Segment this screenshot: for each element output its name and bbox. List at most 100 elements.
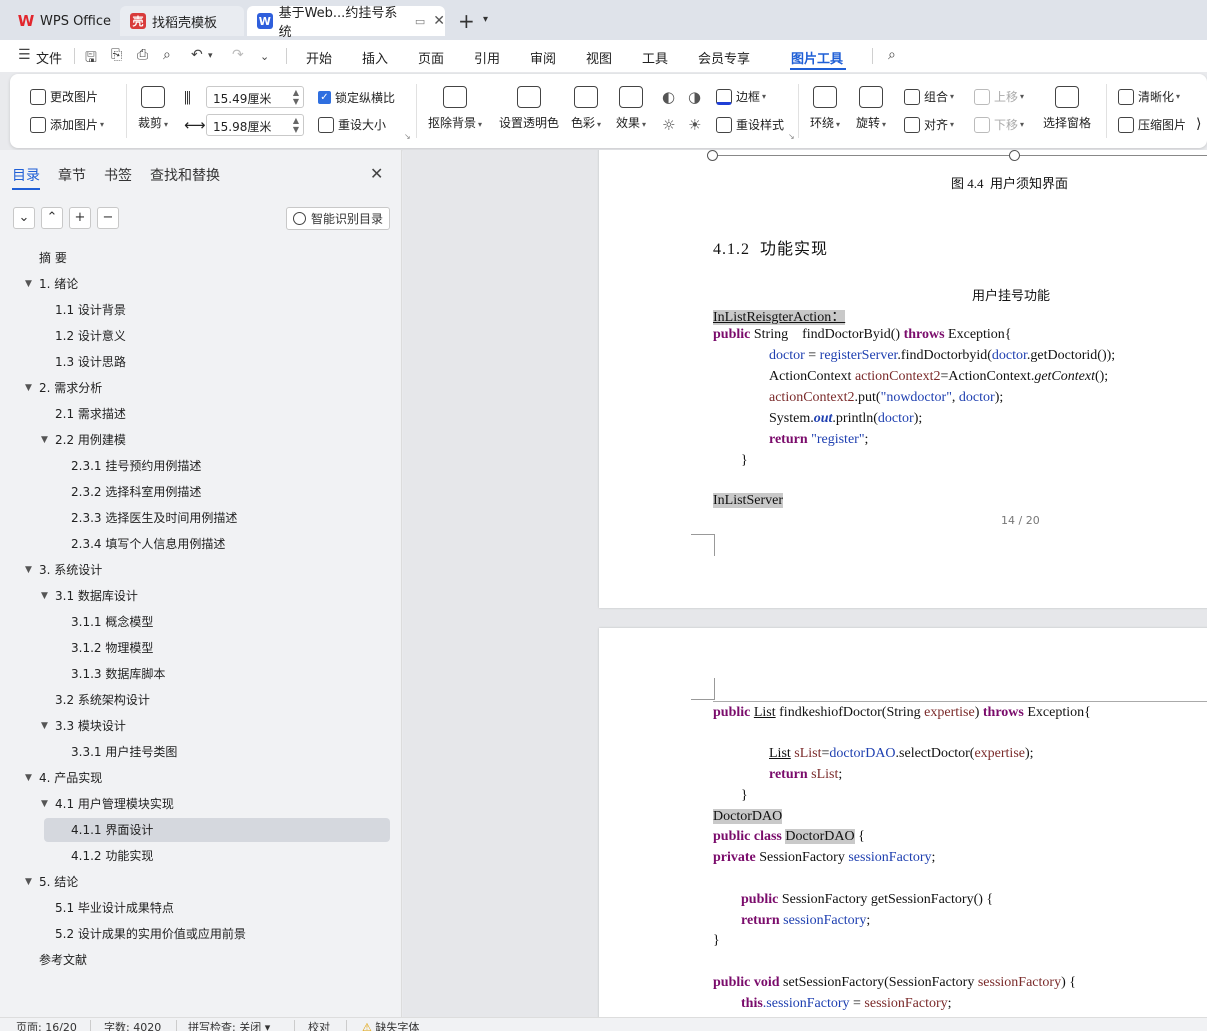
stepper-icon[interactable]: ▲ ▼: [293, 116, 299, 134]
toc-item[interactable]: ▼ 3.3 模块设计: [0, 714, 400, 738]
share-icon[interactable]: ⎘: [111, 47, 122, 63]
toc-item[interactable]: ▼ 4.1 用户管理模块实现: [0, 792, 400, 816]
reset-size-button[interactable]: 重设大小: [318, 116, 386, 133]
rotate-button[interactable]: 旋转 ▾: [856, 86, 886, 131]
selection-pane-button[interactable]: 选择窗格: [1043, 86, 1091, 131]
print-preview-icon[interactable]: ⌕: [163, 47, 171, 63]
toc-item[interactable]: 3.1.3 数据库脚本: [0, 662, 400, 686]
toc-item[interactable]: ▼ 3.1 数据库设计: [0, 584, 400, 608]
move-up-button[interactable]: 上移 ▾: [974, 88, 1024, 105]
more-chevron-icon[interactable]: ⌄: [260, 50, 269, 63]
set-transparent-button[interactable]: 设置透明色: [499, 86, 559, 131]
border-button[interactable]: 边框 ▾: [716, 88, 766, 105]
expand-triangle-icon[interactable]: ▼: [25, 376, 32, 400]
toc-item[interactable]: 2.3.1 挂号预约用例描述: [0, 454, 400, 478]
toc-item[interactable]: ▼ 2. 需求分析: [0, 376, 400, 400]
missing-font-button[interactable]: ⚠ 缺失字体: [362, 1019, 419, 1031]
menu-start[interactable]: 开始: [306, 48, 332, 67]
resize-handle[interactable]: [1009, 150, 1020, 161]
toc-item[interactable]: ▼ 5. 结论: [0, 870, 400, 894]
toc-item[interactable]: 3.3.1 用户挂号类图: [0, 740, 400, 764]
add-heading-icon[interactable]: +: [69, 207, 91, 229]
remove-heading-icon[interactable]: −: [97, 207, 119, 229]
spell-check-toggle[interactable]: 拼写检查: 关闭 ▾: [188, 1019, 270, 1031]
expand-triangle-icon[interactable]: ▼: [41, 714, 48, 738]
collapse-up-icon[interactable]: ⌃: [41, 207, 63, 229]
expand-triangle-icon[interactable]: ▼: [41, 428, 48, 452]
more-ribbon-icon[interactable]: ⟩: [1196, 116, 1201, 132]
color-button[interactable]: 色彩 ▾: [571, 86, 601, 131]
effect-button[interactable]: 效果 ▾: [616, 86, 646, 131]
menu-tools[interactable]: 工具: [642, 48, 668, 67]
expand-corner-icon[interactable]: ↘: [788, 132, 795, 141]
expand-triangle-icon[interactable]: ▼: [41, 584, 48, 608]
contrast-up-icon[interactable]: ◑: [688, 88, 701, 106]
toc-item[interactable]: ▼ 4. 产品实现: [0, 766, 400, 790]
toc-item[interactable]: 2.1 需求描述: [0, 402, 400, 426]
toc-item[interactable]: 3.1.1 概念模型: [0, 610, 400, 634]
sharpen-button[interactable]: 清晰化 ▾: [1118, 88, 1180, 105]
menu-member[interactable]: 会员专享: [698, 48, 750, 67]
proofread-button[interactable]: 校对: [308, 1019, 330, 1031]
lock-ratio-checkbox[interactable]: ✓ 锁定纵横比: [318, 89, 395, 106]
menu-view[interactable]: 视图: [586, 48, 612, 67]
new-tab-icon[interactable]: +: [458, 9, 475, 33]
word-count[interactable]: 字数: 4020: [104, 1019, 161, 1031]
toc-item[interactable]: 4.1.1 界面设计: [0, 818, 400, 842]
undo-icon[interactable]: ↶: [191, 47, 203, 63]
window-icon[interactable]: ▭: [415, 15, 425, 28]
expand-triangle-icon[interactable]: ▼: [25, 558, 32, 582]
toc-item[interactable]: 5.2 设计成果的实用价值或应用前景: [0, 922, 400, 946]
add-image-button[interactable]: 添加图片 ▾: [30, 116, 104, 133]
page-indicator[interactable]: 页面: 16/20: [16, 1019, 77, 1031]
tab-find-replace[interactable]: 查找和替换: [150, 165, 220, 185]
toc-item[interactable]: 参考文献: [0, 948, 400, 972]
toc-item[interactable]: 2.3.3 选择医生及时间用例描述: [0, 506, 400, 530]
width-input[interactable]: 15.49厘米 ▲ ▼: [206, 86, 304, 108]
toc-item[interactable]: 摘 要: [0, 246, 400, 270]
toc-item[interactable]: ▼ 3. 系统设计: [0, 558, 400, 582]
tab-document[interactable]: W 基于Web...约挂号系统 ▭ ✕: [247, 6, 445, 40]
expand-triangle-icon[interactable]: ▼: [25, 870, 32, 894]
toc-item[interactable]: 5.1 毕业设计成果特点: [0, 896, 400, 920]
toc-item[interactable]: ▼ 1. 绪论: [0, 272, 400, 296]
search-icon[interactable]: ⌕: [888, 47, 896, 63]
save-icon[interactable]: 🖫: [85, 47, 97, 71]
expand-corner-icon[interactable]: ↘: [404, 132, 411, 141]
toc-item[interactable]: ▼ 2.2 用例建模: [0, 428, 400, 452]
expand-triangle-icon[interactable]: ▼: [25, 766, 32, 790]
expand-triangle-icon[interactable]: ▼: [25, 272, 32, 296]
change-image-button[interactable]: 更改图片: [30, 88, 98, 105]
stepper-icon[interactable]: ▲ ▼: [293, 88, 299, 106]
crop-button[interactable]: 裁剪 ▾: [138, 86, 168, 131]
contrast-down-icon[interactable]: ☀: [688, 116, 701, 134]
tab-template[interactable]: 壳 找稻壳模板: [120, 6, 244, 36]
close-tab-icon[interactable]: ✕: [433, 13, 445, 29]
brightness-up-icon[interactable]: ◐: [662, 88, 675, 106]
hamburger-icon[interactable]: ☰: [18, 47, 31, 63]
toc-item[interactable]: 1.1 设计背景: [0, 298, 400, 322]
expand-triangle-icon[interactable]: ▼: [41, 792, 48, 816]
menu-page[interactable]: 页面: [418, 48, 444, 67]
collapse-down-icon[interactable]: ⌄: [13, 207, 35, 229]
remove-background-button[interactable]: 抠除背景 ▾: [428, 86, 482, 131]
menu-review[interactable]: 审阅: [530, 48, 556, 67]
toc-item[interactable]: 2.3.2 选择科室用例描述: [0, 480, 400, 504]
group-button[interactable]: 组合 ▾: [904, 88, 954, 105]
tab-wps-office[interactable]: W WPS Office: [8, 6, 116, 36]
smart-toc-button[interactable]: 智能识别目录: [286, 207, 390, 230]
reset-style-button[interactable]: 重设样式: [716, 116, 784, 133]
toc-item[interactable]: 1.2 设计意义: [0, 324, 400, 348]
tab-bookmarks[interactable]: 书签: [104, 165, 132, 185]
tab-toc[interactable]: 目录: [12, 165, 40, 185]
brightness-down-icon[interactable]: ☼: [662, 116, 675, 134]
align-button[interactable]: 对齐 ▾: [904, 116, 954, 133]
undo-dropdown-icon[interactable]: ▾: [208, 51, 213, 61]
menu-picture-tools[interactable]: 图片工具: [791, 48, 843, 67]
toc-item[interactable]: 3.2 系统架构设计: [0, 688, 400, 712]
height-input[interactable]: 15.98厘米 ▲ ▼: [206, 114, 304, 136]
resize-handle[interactable]: [707, 150, 718, 161]
print-icon[interactable]: ⎙: [137, 47, 148, 63]
toc-item[interactable]: 1.3 设计思路: [0, 350, 400, 374]
tab-chapters[interactable]: 章节: [58, 165, 86, 185]
